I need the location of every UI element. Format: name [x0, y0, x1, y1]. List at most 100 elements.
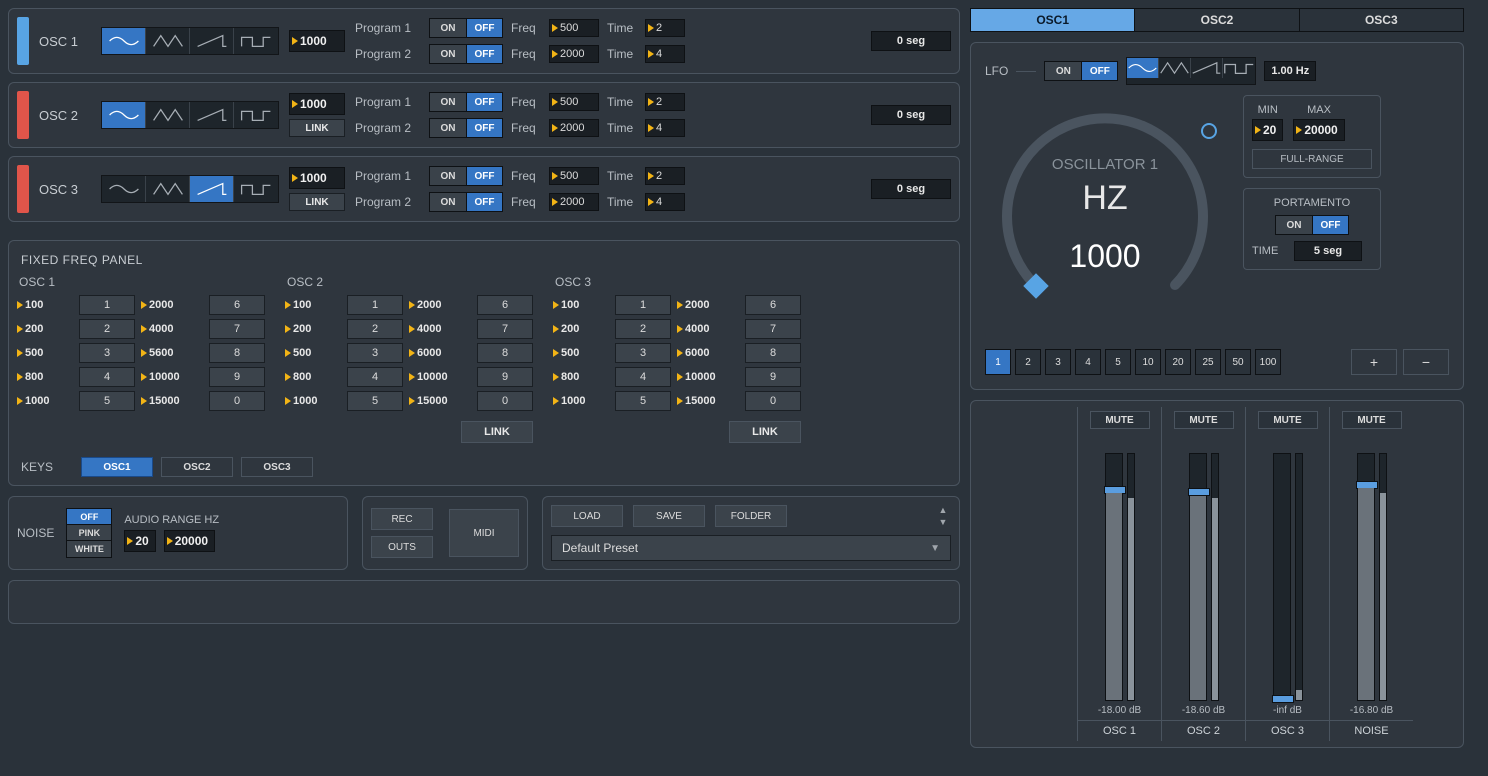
ffp-key-button[interactable]: 9: [745, 367, 801, 387]
step-button-2[interactable]: 2: [1015, 349, 1041, 375]
ffp-freq[interactable]: 5600: [141, 343, 203, 363]
wave-triangle-icon[interactable]: [146, 176, 190, 202]
ffp-key-button[interactable]: 7: [209, 319, 265, 339]
ffp-key-button[interactable]: 7: [745, 319, 801, 339]
ffp-freq[interactable]: 15000: [409, 391, 471, 411]
ffp-key-button[interactable]: 0: [745, 391, 801, 411]
wave-square-icon[interactable]: [1223, 58, 1255, 78]
ffp-freq[interactable]: 6000: [677, 343, 739, 363]
ffp-freq[interactable]: 100: [17, 295, 73, 315]
wave-sine-icon[interactable]: [102, 28, 146, 54]
ffp-freq[interactable]: 15000: [677, 391, 739, 411]
ffp-key-button[interactable]: 3: [347, 343, 403, 363]
ffp-key-button[interactable]: 7: [477, 319, 533, 339]
ffp-freq[interactable]: 1000: [17, 391, 73, 411]
lfo-on-button[interactable]: ON: [1045, 62, 1081, 80]
program-on-button[interactable]: ON: [430, 93, 466, 111]
preset-dropdown[interactable]: Default Preset▼: [551, 535, 951, 561]
ffp-freq[interactable]: 15000: [141, 391, 203, 411]
step-minus-button[interactable]: −: [1403, 349, 1449, 375]
program-on-button[interactable]: ON: [430, 119, 466, 137]
ffp-key-button[interactable]: 6: [477, 295, 533, 315]
preset-down-icon[interactable]: ▼: [935, 517, 951, 527]
ffp-freq[interactable]: 200: [553, 319, 609, 339]
osc-freq[interactable]: 1000: [289, 167, 345, 189]
osc-freq[interactable]: 1000: [289, 30, 345, 52]
rec-button[interactable]: REC: [371, 508, 433, 530]
preset-up-icon[interactable]: ▲: [935, 505, 951, 515]
wave-sine-icon[interactable]: [1127, 58, 1159, 78]
step-plus-button[interactable]: +: [1351, 349, 1397, 375]
ffp-freq[interactable]: 100: [553, 295, 609, 315]
ffp-key-button[interactable]: 5: [615, 391, 671, 411]
step-button-50[interactable]: 50: [1225, 349, 1251, 375]
ffp-freq[interactable]: 10000: [409, 367, 471, 387]
fader-track[interactable]: [1357, 453, 1375, 701]
midi-button[interactable]: MIDI: [449, 509, 519, 557]
tab-osc3[interactable]: OSC3: [1300, 9, 1463, 31]
ffp-key-button[interactable]: 6: [209, 295, 265, 315]
link-button[interactable]: LINK: [289, 119, 345, 137]
ffp-freq[interactable]: 100: [285, 295, 341, 315]
wave-square-icon[interactable]: [234, 102, 278, 128]
ffp-key-button[interactable]: 6: [745, 295, 801, 315]
fader-track[interactable]: [1105, 453, 1123, 701]
ffp-freq[interactable]: 2000: [677, 295, 739, 315]
ffp-key-button[interactable]: 9: [477, 367, 533, 387]
ffp-freq[interactable]: 10000: [677, 367, 739, 387]
ffp-key-button[interactable]: 8: [477, 343, 533, 363]
outs-button[interactable]: OUTS: [371, 536, 433, 558]
program-freq[interactable]: 2000: [549, 119, 599, 137]
audio-range-min[interactable]: 20: [124, 530, 155, 552]
osc-freq[interactable]: 1000: [289, 93, 345, 115]
ffp-freq[interactable]: 2000: [141, 295, 203, 315]
program-off-button[interactable]: OFF: [466, 19, 502, 37]
wave-sawtooth-icon[interactable]: [190, 102, 234, 128]
program-freq[interactable]: 500: [549, 19, 599, 37]
program-freq[interactable]: 500: [549, 167, 599, 185]
step-button-5[interactable]: 5: [1105, 349, 1131, 375]
link-button[interactable]: LINK: [289, 193, 345, 211]
ffp-freq[interactable]: 500: [17, 343, 73, 363]
ffp-freq[interactable]: 200: [285, 319, 341, 339]
mute-button[interactable]: MUTE: [1090, 411, 1150, 429]
portamento-on-button[interactable]: ON: [1276, 216, 1312, 234]
ffp-key-button[interactable]: 2: [347, 319, 403, 339]
program-off-button[interactable]: OFF: [466, 93, 502, 111]
wave-triangle-icon[interactable]: [1159, 58, 1191, 78]
ffp-freq[interactable]: 6000: [409, 343, 471, 363]
ffp-key-button[interactable]: 0: [477, 391, 533, 411]
lfo-off-button[interactable]: OFF: [1081, 62, 1117, 80]
program-off-button[interactable]: OFF: [466, 119, 502, 137]
program-time[interactable]: 2: [645, 19, 685, 37]
program-on-button[interactable]: ON: [430, 193, 466, 211]
portamento-off-button[interactable]: OFF: [1312, 216, 1348, 234]
audio-range-max[interactable]: 20000: [164, 530, 215, 552]
ffp-freq[interactable]: 800: [553, 367, 609, 387]
ffp-key-button[interactable]: 8: [745, 343, 801, 363]
ffp-key-button[interactable]: 9: [209, 367, 265, 387]
ffp-key-button[interactable]: 5: [347, 391, 403, 411]
lfo-rate[interactable]: 1.00 Hz: [1264, 61, 1316, 81]
noise-pink-button[interactable]: PINK: [67, 525, 111, 541]
ffp-key-button[interactable]: 0: [209, 391, 265, 411]
ffp-freq[interactable]: 500: [553, 343, 609, 363]
load-button[interactable]: LOAD: [551, 505, 623, 527]
wave-sawtooth-icon[interactable]: [1191, 58, 1223, 78]
wave-triangle-icon[interactable]: [146, 102, 190, 128]
ffp-key-button[interactable]: 1: [615, 295, 671, 315]
wave-triangle-icon[interactable]: [146, 28, 190, 54]
ffp-freq[interactable]: 800: [285, 367, 341, 387]
ffp-key-button[interactable]: 5: [79, 391, 135, 411]
noise-off-button[interactable]: OFF: [67, 509, 111, 525]
save-button[interactable]: SAVE: [633, 505, 705, 527]
program-time[interactable]: 4: [645, 45, 685, 63]
full-range-button[interactable]: FULL-RANGE: [1252, 149, 1372, 169]
fader-track[interactable]: [1189, 453, 1207, 701]
step-button-4[interactable]: 4: [1075, 349, 1101, 375]
mute-button[interactable]: MUTE: [1342, 411, 1402, 429]
step-button-1[interactable]: 1: [985, 349, 1011, 375]
program-time[interactable]: 2: [645, 93, 685, 111]
ffp-key-button[interactable]: 2: [615, 319, 671, 339]
mute-button[interactable]: MUTE: [1174, 411, 1234, 429]
